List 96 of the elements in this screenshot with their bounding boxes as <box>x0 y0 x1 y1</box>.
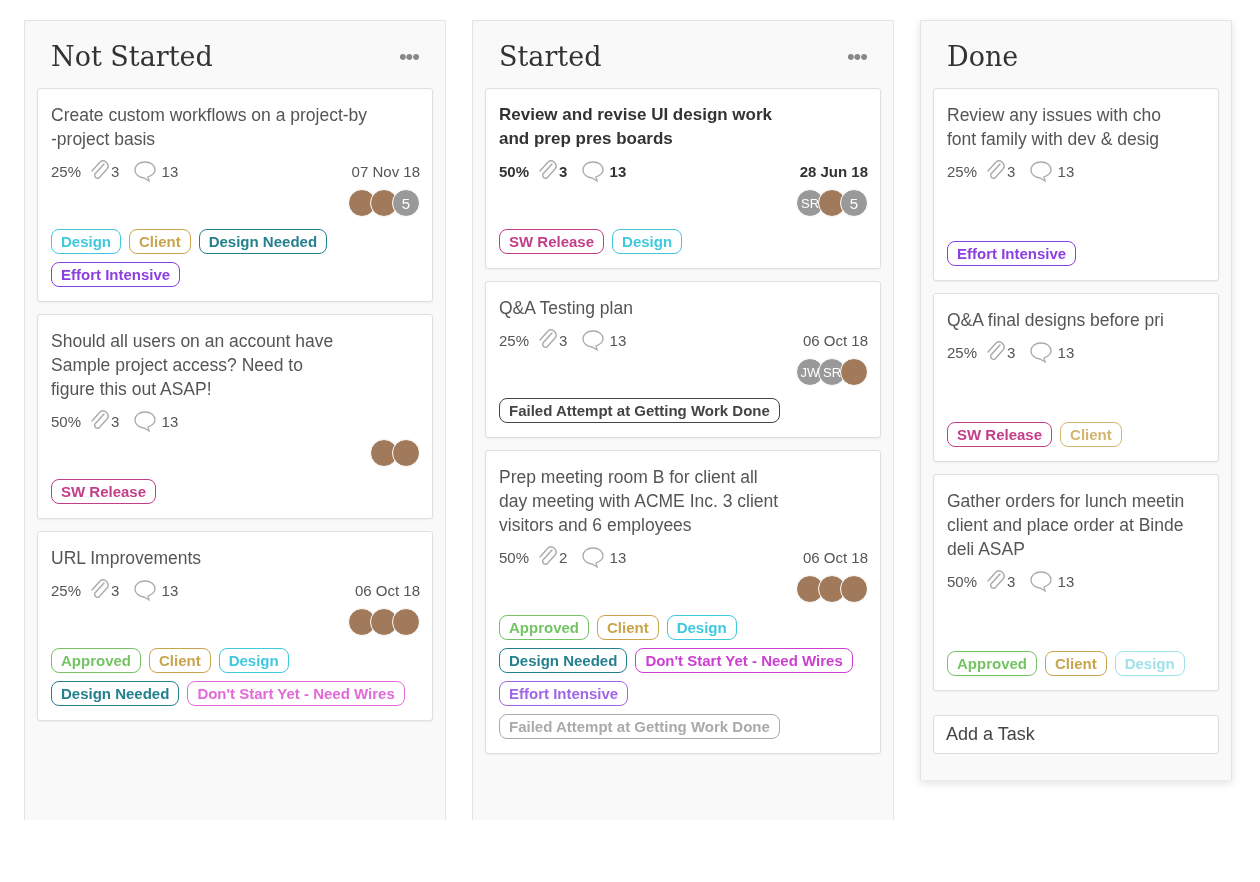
tag[interactable]: Design <box>612 229 683 254</box>
comment-count: 13 <box>160 162 179 180</box>
avatar[interactable] <box>392 608 420 636</box>
tag[interactable]: Failed Attempt at Getting Work Done <box>499 398 780 423</box>
progress-percent: 50% <box>499 162 530 180</box>
due-date: 07 Nov 18 <box>351 162 420 180</box>
tag[interactable]: Approved <box>947 651 1037 676</box>
comment-count: 13 <box>608 548 627 566</box>
tag[interactable]: Approved <box>51 648 141 673</box>
task-title: Gather orders for lunch meetin client and place order at Binde deli ASAP <box>947 490 1186 561</box>
task-card[interactable]: Should all users on an account have Sample project access? Need to figure this out ASAP! 50% 3 13 SW Release <box>37 314 433 519</box>
task-title: Review any issues with cho font family with dev & desig <box>947 104 1162 151</box>
comment-count: 13 <box>160 412 179 430</box>
tag[interactable]: Design <box>666 615 737 640</box>
tag[interactable]: Client <box>149 648 211 673</box>
more-members-count[interactable]: 5 <box>840 189 868 217</box>
tag[interactable]: SW Release <box>499 229 605 254</box>
task-title: Create custom workflows on a project-by -project basis <box>51 104 369 151</box>
comment-icon <box>1029 569 1054 593</box>
task-card[interactable]: Review any issues with cho font family with dev & desig 25% 3 13 Effort Intensive <box>933 88 1219 281</box>
tag[interactable]: Design Needed <box>51 681 180 706</box>
comment-icon <box>581 328 606 352</box>
comment-count: 13 <box>608 331 627 349</box>
task-card[interactable]: Review and revise UI design work and prep pres boards 50% 3 13 28 Jun 18 SR 5 SW Release Design <box>485 88 881 269</box>
attachment-count: 3 <box>1007 343 1016 361</box>
progress-percent: 25% <box>947 162 978 180</box>
progress-percent: 25% <box>499 331 530 349</box>
task-title: Should all users on an account have Sample project access? Need to figure this out ASAP! <box>51 330 335 401</box>
tag[interactable]: SW Release <box>51 479 157 504</box>
comment-icon <box>581 159 606 183</box>
tag[interactable]: SW Release <box>947 422 1053 447</box>
attachment-count: 3 <box>559 162 568 180</box>
tag[interactable]: Approved <box>499 615 589 640</box>
attachment-count: 3 <box>559 331 568 349</box>
attachment-count: 3 <box>1007 162 1016 180</box>
tag[interactable]: Design <box>218 648 289 673</box>
more-menu-button[interactable]: ••• <box>846 43 867 70</box>
task-title: Q&A Testing plan <box>499 297 634 320</box>
tag[interactable]: Client <box>1060 422 1122 447</box>
comment-icon <box>133 159 158 183</box>
tag[interactable]: Effort Intensive <box>51 262 181 287</box>
task-card[interactable]: URL Improvements 25% 3 13 06 Oct 18 Approved Client Design Design Needed Don't Start Yet - Need Wires <box>37 531 433 721</box>
task-card[interactable] <box>485 450 881 754</box>
comment-icon <box>133 409 158 433</box>
task-card[interactable]: Q&A final designs before pri 25% 3 13 SW Release Client <box>933 293 1219 462</box>
due-date: 06 Oct 18 <box>354 581 420 599</box>
progress-percent: 25% <box>947 343 978 361</box>
avatar[interactable] <box>392 439 420 467</box>
tag[interactable]: Client <box>1045 651 1107 676</box>
due-date: 06 Oct 18 <box>802 548 868 566</box>
attachment-count: 3 <box>111 581 120 599</box>
comment-count: 13 <box>1056 343 1075 361</box>
task-title: Prep meeting room B for client all day meeting with ACME Inc. 3 client visitors and 6 employees <box>499 466 780 537</box>
tag[interactable]: Design Needed <box>499 648 628 673</box>
tag[interactable]: Client <box>597 615 659 640</box>
progress-percent: 25% <box>51 162 82 180</box>
progress-percent: 50% <box>947 572 978 590</box>
tag[interactable]: Effort Intensive <box>499 681 629 706</box>
avatar[interactable] <box>840 358 868 386</box>
task-title: Review and revise UI design work and prep pres boards <box>499 104 774 150</box>
progress-percent: 50% <box>499 548 530 566</box>
tag[interactable]: Don't Start Yet - Need Wires <box>187 681 405 706</box>
tag[interactable]: Don't Start Yet - Need Wires <box>635 648 853 673</box>
more-members-count[interactable]: 5 <box>392 189 420 217</box>
more-menu-button[interactable]: ••• <box>398 43 419 70</box>
column-title: Not Started <box>51 41 213 72</box>
tag[interactable]: Design Needed <box>198 229 328 254</box>
comment-count: 13 <box>608 162 627 180</box>
task-card[interactable]: Q&A Testing plan 25% 3 13 06 Oct 18 JW SR Failed Attempt at Getting Work Done <box>485 281 881 438</box>
avatar[interactable] <box>840 575 868 603</box>
attachment-count: 3 <box>111 412 120 430</box>
attachment-count: 3 <box>1007 572 1016 590</box>
task-title: URL Improvements <box>51 547 203 570</box>
comment-count: 13 <box>1056 572 1075 590</box>
attachment-count: 3 <box>111 162 120 180</box>
due-date: 06 Oct 18 <box>802 331 868 349</box>
column-title: Started <box>499 41 602 72</box>
tag[interactable]: Design <box>51 229 121 254</box>
task-title: Q&A final designs before pri <box>947 309 1165 332</box>
tag[interactable]: Failed Attempt at Getting Work Done <box>499 714 780 739</box>
attachment-count: 2 <box>559 548 568 566</box>
progress-percent: 50% <box>51 412 82 430</box>
comment-icon <box>1029 340 1054 364</box>
comment-icon <box>1029 159 1054 183</box>
comment-icon <box>133 578 158 602</box>
tag[interactable]: Effort Intensive <box>947 241 1077 266</box>
comment-count: 13 <box>160 581 179 599</box>
comment-count: 13 <box>1056 162 1075 180</box>
add-task-field[interactable]: Add a Task <box>933 715 1219 754</box>
due-date: 28 Jun 18 <box>799 162 868 180</box>
column-title: Done <box>947 41 1019 72</box>
task-card[interactable]: Create custom workflows on a project-by -project basis 25% 3 13 07 Nov 18 5 Design Client Design Needed Effort Intensive <box>37 88 433 302</box>
progress-percent: 25% <box>51 581 82 599</box>
tag[interactable]: Client <box>129 229 191 254</box>
comment-icon <box>581 545 606 569</box>
task-card[interactable]: Gather orders for lunch meetin client and place order at Binde deli ASAP 50% 3 13 Approved Client Design <box>933 474 1219 691</box>
